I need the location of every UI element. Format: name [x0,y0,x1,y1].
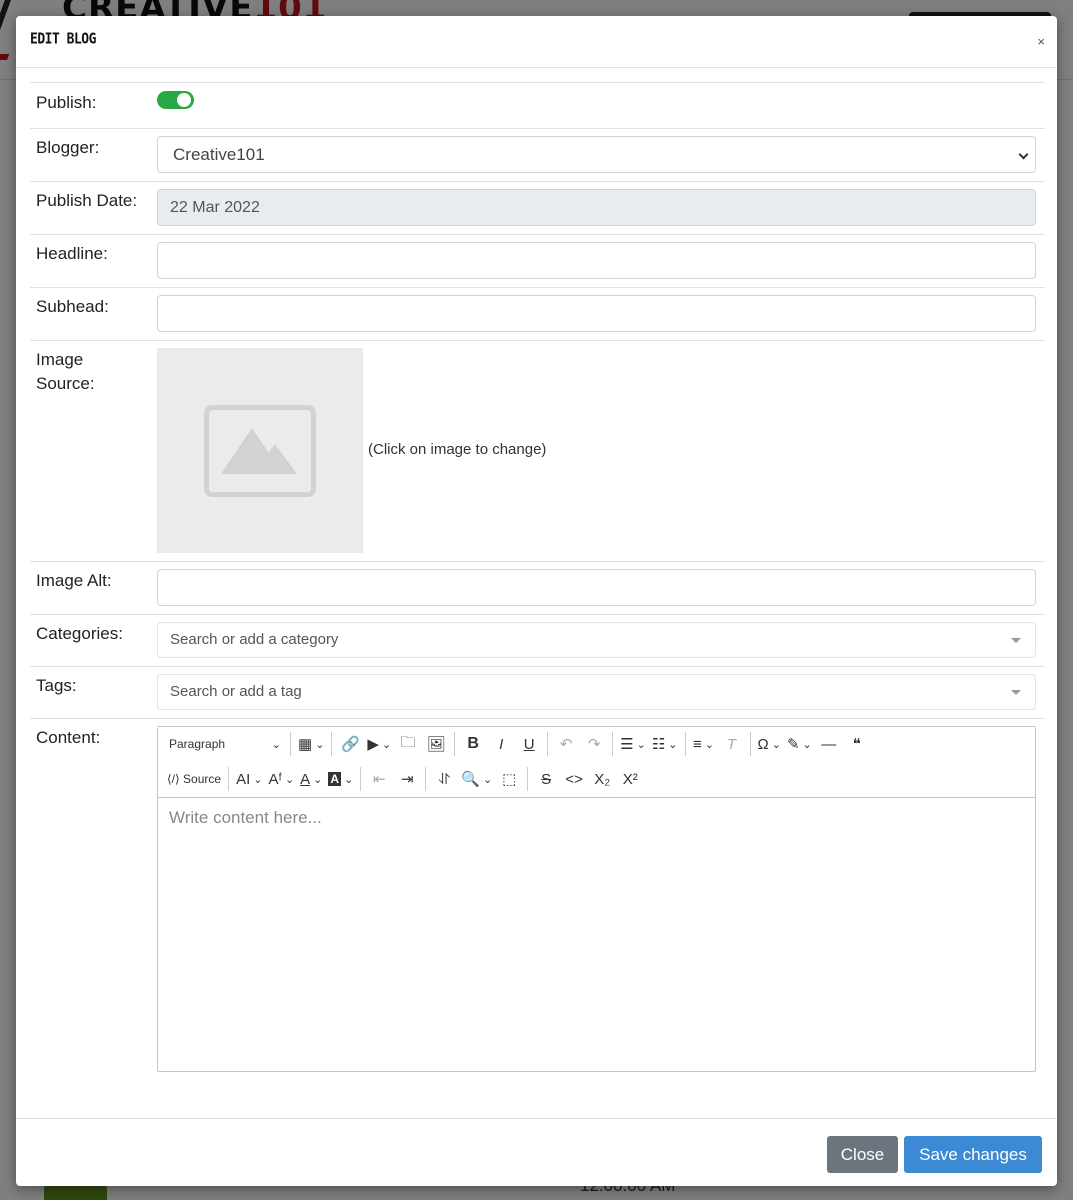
publish-date-field [157,189,1036,226]
image-alt-input[interactable] [157,569,1036,606]
paragraph-style-dropdown[interactable]: Paragraph ⌄ [164,730,286,758]
subhead-input[interactable] [157,295,1036,332]
image-alt-label: Image Alt: [36,571,112,590]
blogger-field: Creative101 [157,136,1036,173]
tags-multiselect[interactable]: Search or add a tag [157,674,1036,710]
toggle-knob [177,93,191,107]
close-icon[interactable]: × [1037,34,1045,49]
edit-blog-modal: EDIT BLOG × Publish: Blogger: Creative10… [16,16,1057,1186]
blogger-row: Blogger: Creative101 [30,128,1045,181]
underline-icon[interactable]: U [515,730,543,758]
tags-row: Tags: Search or add a tag [30,666,1045,718]
publish-date-row: Publish Date: [30,181,1045,234]
font-color-icon[interactable]: A ⌄ [297,765,325,793]
outdent-icon[interactable]: ⇤ [365,765,393,793]
special-character-icon[interactable]: Ω ⌄ [755,730,784,758]
redo-icon[interactable]: ↷ [580,730,608,758]
categories-placeholder: Search or add a category [170,631,339,648]
file-manager-icon[interactable]: 🗀 [394,730,422,758]
blogger-selected-value: Creative101 [173,145,265,164]
strikethrough-icon[interactable]: S [532,765,560,793]
headline-row: Headline: [30,234,1045,287]
blogger-select[interactable]: Creative101 [157,136,1036,173]
source-editing-button[interactable]: ⟨/⟩ Source [164,765,224,793]
publish-field [157,91,1036,109]
headline-input[interactable] [157,242,1036,279]
image-change-hint: (Click on image to change) [368,441,547,458]
bold-icon[interactable]: B [459,730,487,758]
page-break-icon[interactable]: ⥯ [430,765,458,793]
tags-field: Search or add a tag [157,674,1036,710]
categories-label: Categories: [36,624,123,643]
modal-header: EDIT BLOG × [16,16,1057,68]
blog-form: Publish: Blogger: Creative101 Publish Da… [30,82,1045,1078]
italic-icon[interactable]: I [487,730,515,758]
align-icon[interactable]: ≡ ⌄ [690,730,718,758]
headline-field [157,242,1036,279]
publish-label: Publish: [36,93,97,112]
indent-icon[interactable]: ⇥ [393,765,421,793]
source-icon: ⟨/⟩ [167,772,180,786]
block-quote-icon[interactable]: ❝ [843,730,871,758]
image-alt-row: Image Alt: [30,561,1045,614]
toolbar-row-2: ⟨/⟩ Source AI ⌄ Aᶠ ⌄ A ⌄ A ⌄ ⇤ ⇥ ⥯ 🔍 ⌄ ⬚… [164,764,644,794]
remove-format-icon[interactable]: T [718,730,746,758]
headline-label: Headline: [36,244,108,263]
numbered-list-icon[interactable]: ☷ ⌄ [649,730,681,758]
table-icon[interactable]: ▦ ⌄ [295,730,327,758]
caret-down-icon [1011,638,1021,643]
subhead-row: Subhead: [30,287,1045,340]
subscript-icon[interactable]: X₂ [588,765,616,793]
content-editing-area[interactable]: Write content here... [158,798,1035,1070]
content-label: Content: [36,728,101,747]
publish-date-input[interactable] [157,189,1036,226]
categories-field: Search or add a category [157,622,1036,658]
highlight-icon[interactable]: ✎ ⌄ [784,730,815,758]
close-button[interactable]: Close [827,1136,898,1173]
caret-down-icon [1011,690,1021,695]
content-row: Content: Paragraph ⌄ ▦ ⌄ 🔗 ▶ ⌄ 🗀 🖼 B I U… [30,718,1045,1078]
image-picker[interactable] [157,348,363,553]
tags-label: Tags: [36,676,77,695]
categories-multiselect[interactable]: Search or add a category [157,622,1036,658]
media-embed-icon[interactable]: ▶ ⌄ [364,730,394,758]
font-background-color-icon[interactable]: A ⌄ [325,765,356,793]
insert-image-icon[interactable]: 🖼 [422,730,450,758]
image-placeholder-icon [204,405,316,497]
font-size-icon[interactable]: AI ⌄ [233,765,265,793]
publish-row: Publish: [30,82,1045,128]
select-all-icon[interactable]: ⬚ [495,765,523,793]
image-source-row: Image Source: (Click on image to change) [30,340,1045,561]
image-source-field: (Click on image to change) [157,348,1036,554]
tags-placeholder: Search or add a tag [170,683,302,700]
bulleted-list-icon[interactable]: ☰ ⌄ [617,730,649,758]
image-alt-field [157,569,1036,606]
code-icon[interactable]: <> [560,765,588,793]
subhead-field [157,295,1036,332]
toolbar-row-1: Paragraph ⌄ ▦ ⌄ 🔗 ▶ ⌄ 🗀 🖼 B I U ↶ ↷ ☰ ⌄ … [164,729,871,759]
save-changes-button[interactable]: Save changes [904,1136,1042,1173]
publish-toggle[interactable] [157,91,194,109]
link-icon[interactable]: 🔗 [336,730,364,758]
rich-text-editor: Paragraph ⌄ ▦ ⌄ 🔗 ▶ ⌄ 🗀 🖼 B I U ↶ ↷ ☰ ⌄ … [157,726,1036,1072]
image-source-label: Image Source: [36,350,95,393]
subhead-label: Subhead: [36,297,109,316]
font-family-icon[interactable]: Aᶠ ⌄ [265,765,297,793]
blogger-label: Blogger: [36,138,100,157]
chevron-down-icon [1018,149,1029,160]
chevron-down-icon: ⌄ [271,738,281,751]
undo-icon[interactable]: ↶ [552,730,580,758]
modal-title: EDIT BLOG [30,30,96,49]
editor-toolbar: Paragraph ⌄ ▦ ⌄ 🔗 ▶ ⌄ 🗀 🖼 B I U ↶ ↷ ☰ ⌄ … [158,727,1035,798]
categories-row: Categories: Search or add a category [30,614,1045,666]
publish-date-label: Publish Date: [36,191,138,210]
horizontal-line-icon[interactable]: — [815,730,843,758]
superscript-icon[interactable]: X² [616,765,644,793]
content-field: Paragraph ⌄ ▦ ⌄ 🔗 ▶ ⌄ 🗀 🖼 B I U ↶ ↷ ☰ ⌄ … [157,726,1036,1072]
find-replace-icon[interactable]: 🔍 ⌄ [458,765,495,793]
modal-footer: Close Save changes [16,1118,1057,1186]
